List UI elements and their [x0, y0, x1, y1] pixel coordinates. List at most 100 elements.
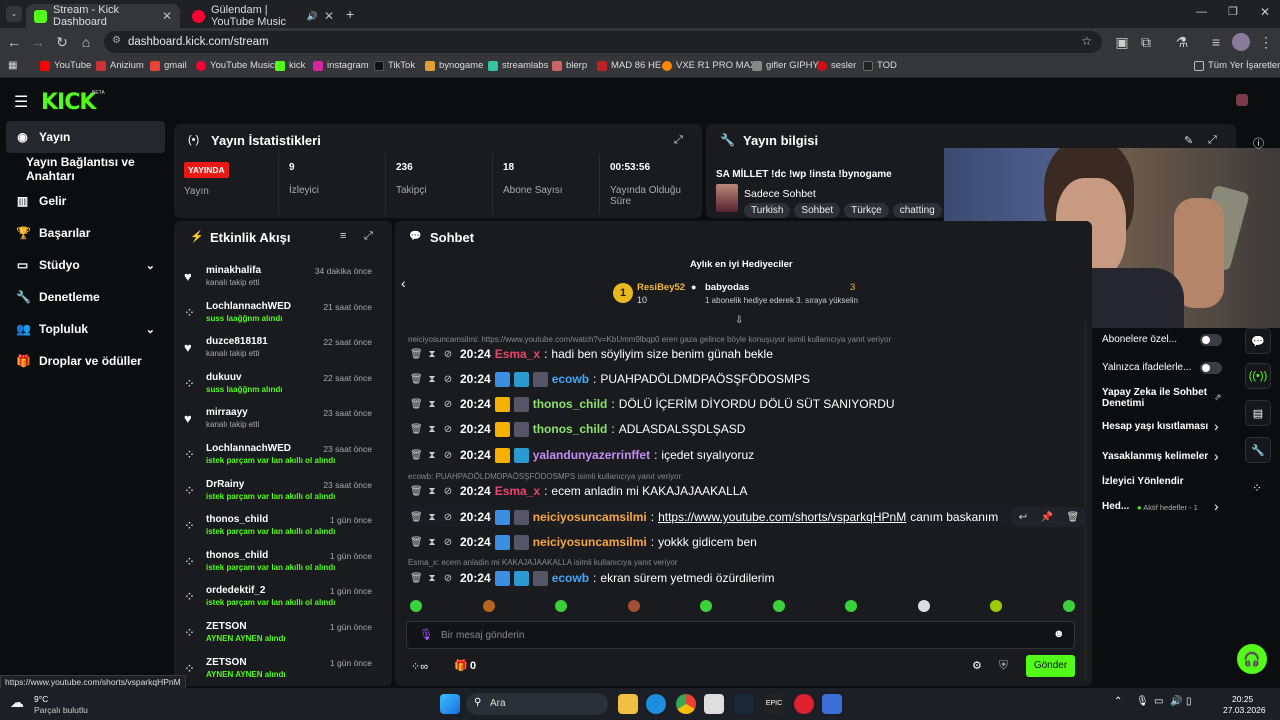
message-username[interactable]: Esma_x [495, 484, 540, 498]
support-button[interactable]: 🎧 [1237, 644, 1267, 674]
maximize-icon[interactable]: ❐ [1228, 5, 1238, 18]
message-username[interactable]: ecowb [552, 571, 589, 585]
delete-icon[interactable]: 🗑 [410, 374, 423, 385]
puzzle-icon[interactable]: ⧉ [1138, 34, 1154, 51]
bookmark-item[interactable]: bynogame [425, 60, 483, 71]
message-username[interactable]: thonos_child [533, 397, 608, 411]
timeout-icon[interactable]: ⧗ [426, 537, 438, 548]
volume-icon[interactable]: 🔊 [1170, 696, 1182, 707]
emoji-icon[interactable]: ☻ [1053, 628, 1065, 640]
taskbar-search[interactable]: ⚲ Ara [466, 693, 608, 715]
activity-panel-icon[interactable]: ⁘ [1252, 481, 1262, 495]
chevron-up-icon[interactable]: ⌃ [1114, 696, 1122, 707]
tag[interactable]: Türkçe [844, 203, 889, 218]
timeout-icon[interactable]: ⧗ [426, 374, 438, 385]
goals-label[interactable]: Hed... [1102, 501, 1129, 512]
close-icon[interactable]: ✕ [324, 9, 334, 23]
layout-panel-button[interactable]: ▤ [1245, 400, 1271, 426]
ban-icon[interactable]: ⊘ [442, 450, 454, 461]
sidebar-item-yayin[interactable]: ◉ Yayın [6, 121, 165, 153]
timeout-icon[interactable]: ⧗ [426, 424, 438, 435]
tab-kick-dashboard[interactable]: Stream - Kick Dashboard ✕ [26, 4, 180, 28]
message-username[interactable]: neiciyosuncamsilmi [533, 535, 647, 549]
delete-icon[interactable]: 🗑 [1067, 512, 1080, 523]
delete-icon[interactable]: 🗑 [410, 399, 423, 410]
ai-moderation-label[interactable]: Yapay Zeka ile Sohbet Denetimi [1102, 387, 1220, 409]
chat-message[interactable]: 🗑 ⧗ ⊘ 20:24 Esma_x: hadi ben söyliyim size be… [410, 344, 1090, 364]
microphone-icon[interactable]: 🎙 [419, 628, 433, 641]
sidebar-item-gelir[interactable]: ▥ Gelir [6, 185, 165, 217]
bookmark-item[interactable]: kick [275, 60, 305, 71]
account-age-label[interactable]: Hesap yaşı kısıtlaması [1102, 421, 1208, 432]
network-icon[interactable]: ▭ [1154, 696, 1163, 707]
chat-message[interactable]: 🗑 ⧗ ⊘ 20:24 ecowb: ekran sürem yetmedi özürdi… [410, 568, 1090, 588]
window-close-icon[interactable]: ✕ [1260, 5, 1270, 19]
chevron-left-icon[interactable]: ‹ [401, 275, 406, 291]
file-explorer-icon[interactable] [618, 694, 638, 714]
message-username[interactable]: yalandunyazerrinffet [533, 448, 650, 462]
ban-icon[interactable]: ⊘ [442, 349, 454, 360]
emote-icon[interactable] [990, 600, 1002, 612]
windows-start-icon[interactable] [440, 694, 460, 714]
pin-icon[interactable]: 📌 [1041, 512, 1053, 523]
lab-icon[interactable]: ⚗ [1174, 34, 1190, 51]
banned-words-label[interactable]: Yasaklanmış kelimeler [1102, 451, 1208, 462]
raid-label[interactable]: İzleyici Yönlendir [1102, 476, 1184, 487]
bookmark-item[interactable]: TOD [863, 60, 897, 71]
emote-icon[interactable] [845, 600, 857, 612]
back-icon[interactable]: ← [6, 34, 22, 50]
ban-icon[interactable]: ⊘ [442, 374, 454, 385]
sidebar-item-denetleme[interactable]: 🔧 Denetleme [6, 281, 165, 313]
delete-icon[interactable]: 🗑 [410, 349, 423, 360]
chevron-right-icon[interactable]: › [1214, 448, 1219, 464]
tag[interactable]: Turkish [744, 203, 791, 218]
ban-icon[interactable]: ⊘ [442, 512, 454, 523]
bookmark-item[interactable]: MAD 86 HE [597, 60, 661, 71]
emote-icon[interactable] [917, 600, 930, 612]
emote-icon[interactable] [627, 600, 640, 612]
chat-message[interactable]: 🗑 ⧗ ⊘ 20:24 Esma_x: ecem anladin mi KAKAJAJAA… [410, 481, 1090, 501]
message-username[interactable]: thonos_child [533, 422, 608, 436]
home-icon[interactable]: ⌂ [78, 34, 94, 50]
site-info-icon[interactable]: ⚙ [112, 35, 121, 46]
bookmark-item[interactable]: sesler [817, 60, 856, 71]
ban-icon[interactable]: ⊘ [442, 573, 454, 584]
delete-icon[interactable]: 🗑 [410, 537, 423, 548]
chat-message[interactable]: 🗑 ⧗ ⊘ 20:24 neiciyosuncamsilmi: https://www.y… [410, 507, 1090, 527]
edit-icon[interactable]: ✎ [1184, 134, 1193, 147]
points-icon[interactable]: ⁘∞ [411, 660, 428, 673]
delete-icon[interactable]: 🗑 [410, 512, 423, 523]
bookmark-item[interactable]: instagram [313, 60, 369, 71]
chrome-icon[interactable] [676, 694, 696, 714]
gifter2-name[interactable]: babyodas [705, 282, 749, 293]
send-button[interactable]: Gönder [1026, 655, 1075, 677]
reply-icon[interactable]: ↩ [1019, 512, 1027, 523]
tag[interactable]: Sohbet [794, 203, 841, 218]
timeout-icon[interactable]: ⧗ [426, 486, 438, 497]
popout-icon[interactable]: ⤢ [674, 134, 683, 147]
emote-icon[interactable] [1062, 600, 1075, 612]
sidebar-item-droplar[interactable]: 🎁 Droplar ve ödüller [6, 345, 165, 377]
bookmark-item[interactable]: VXE R1 PRO MAX [662, 60, 756, 71]
epic-games-icon[interactable]: EPIC [764, 694, 784, 714]
kick-logo[interactable]: KICK [41, 90, 96, 115]
user-avatar[interactable] [1236, 94, 1248, 106]
sidebar-item-basarilar[interactable]: 🏆 Başarılar [6, 217, 165, 249]
ban-icon[interactable]: ⊘ [442, 486, 454, 497]
message-link[interactable]: https://www.youtube.com/shorts/vsparkqHP… [658, 510, 906, 524]
profile-avatar[interactable] [1232, 33, 1250, 51]
chat-message[interactable]: 🗑 ⧗ ⊘ 20:24 thonos_child: DÖLÜ İÇERİM DİYORDU… [410, 394, 1090, 414]
emote-only-toggle[interactable] [1200, 362, 1222, 374]
timeout-icon[interactable]: ⧗ [426, 399, 438, 410]
chat-message[interactable]: 🗑 ⧗ ⊘ 20:24 ecowb: PUAHPADÖLDMDPAÖSŞFÖDOSMPS [410, 369, 1090, 389]
ban-icon[interactable]: ⊘ [442, 537, 454, 548]
bookmark-item[interactable]: Anizium [96, 60, 144, 71]
extension-icon[interactable]: ▣ [1114, 34, 1130, 51]
bookmark-item[interactable]: TikTok [374, 60, 415, 71]
bookmark-star-icon[interactable]: ☆ [1081, 34, 1092, 48]
bookmark-item[interactable]: gifler GIPHY [752, 60, 819, 71]
emote-icon[interactable] [482, 600, 495, 612]
timeout-icon[interactable]: ⧗ [426, 512, 438, 523]
settings-icon[interactable]: ⚙ [972, 659, 982, 672]
store-icon[interactable] [704, 694, 724, 714]
